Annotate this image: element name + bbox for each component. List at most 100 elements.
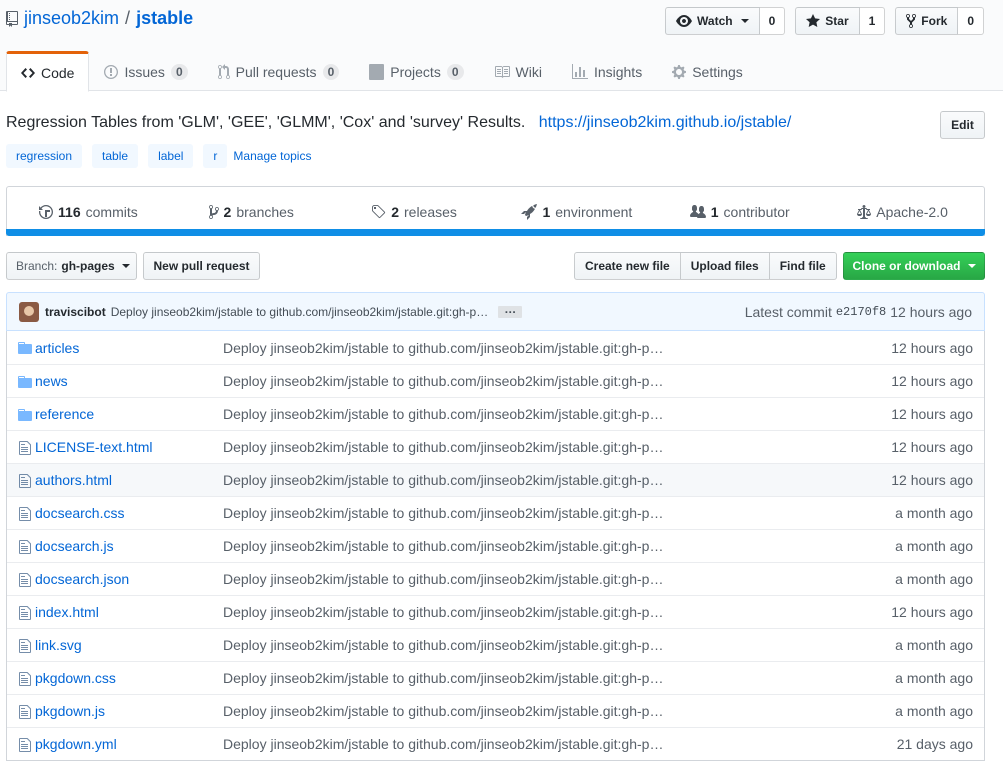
star-group: Star 1 xyxy=(795,7,886,35)
tab-insights[interactable]: Insights xyxy=(557,50,657,91)
repo-name-link[interactable]: jstable xyxy=(136,8,193,29)
file-row[interactable]: docsearch.js Deploy jinseob2kim/jstable t… xyxy=(7,529,984,562)
commit-message[interactable]: Deploy jinseob2kim/jstable to github.com… xyxy=(111,305,489,319)
manage-topics-link[interactable]: Manage topics xyxy=(233,149,311,163)
branch-name: gh-pages xyxy=(61,259,115,273)
expand-commit-button[interactable]: … xyxy=(498,303,523,318)
fork-label: Fork xyxy=(921,14,948,28)
tab-issues[interactable]: Issues 0 xyxy=(89,50,202,91)
file-commit-message[interactable]: Deploy jinseob2kim/jstable to github.com… xyxy=(223,406,663,422)
file-commit-message[interactable]: Deploy jinseob2kim/jstable to github.com… xyxy=(223,340,663,356)
commits-count: 116 xyxy=(58,203,81,220)
fork-count[interactable]: 0 xyxy=(958,7,984,35)
repo-actions: Watch 0 Star 1 Fork 0 xyxy=(665,7,984,35)
clone-download-button[interactable]: Clone or download xyxy=(843,252,985,280)
file-age: a month ago xyxy=(895,703,973,719)
issue-icon xyxy=(104,64,119,79)
file-row[interactable]: index.html Deploy jinseob2kim/jstable to … xyxy=(7,595,984,628)
tab-settings[interactable]: Settings xyxy=(657,50,758,91)
file-row[interactable]: pkgdown.css Deploy jinseob2kim/jstable to… xyxy=(7,661,984,694)
file-commit-message[interactable]: Deploy jinseob2kim/jstable to github.com… xyxy=(223,439,663,455)
tab-pull-requests[interactable]: Pull requests 0 xyxy=(203,50,355,91)
watch-button[interactable]: Watch xyxy=(665,7,760,35)
file-row[interactable]: pkgdown.js Deploy jinseob2kim/jstable to … xyxy=(7,694,984,727)
file-row[interactable]: LICENSE-text.html Deploy jinseob2kim/jsta… xyxy=(7,430,984,463)
file-row[interactable]: docsearch.json Deploy jinseob2kim/jstable… xyxy=(7,562,984,595)
file-row[interactable]: articles Deploy jinseob2kim/jstable to gi… xyxy=(7,331,984,364)
topic-tag[interactable]: table xyxy=(92,144,139,168)
file-row[interactable]: news Deploy jinseob2kim/jstable to github… xyxy=(7,364,984,397)
file-name-link[interactable]: docsearch.json xyxy=(35,571,129,587)
new-pull-request-button[interactable]: New pull request xyxy=(143,252,260,280)
commit-author[interactable]: traviscibot xyxy=(45,305,106,319)
topic-tag[interactable]: r xyxy=(203,144,228,168)
file-commit-message[interactable]: Deploy jinseob2kim/jstable to github.com… xyxy=(223,505,663,521)
file-commit-message[interactable]: Deploy jinseob2kim/jstable to github.com… xyxy=(223,571,663,587)
file-commit-message[interactable]: Deploy jinseob2kim/jstable to github.com… xyxy=(223,703,663,719)
file-icon xyxy=(19,672,31,686)
file-name-link[interactable]: docsearch.css xyxy=(35,505,124,521)
watch-count[interactable]: 0 xyxy=(759,7,786,35)
file-name-link[interactable]: pkgdown.css xyxy=(35,670,116,686)
file-name-link[interactable]: reference xyxy=(35,406,94,422)
file-name-link[interactable]: LICENSE-text.html xyxy=(35,439,152,455)
tab-insights-label: Insights xyxy=(593,63,643,80)
create-new-file-button[interactable]: Create new file xyxy=(574,252,681,280)
watch-label: Watch xyxy=(697,14,733,28)
file-icon xyxy=(19,474,31,488)
file-row[interactable]: link.svg Deploy jinseob2kim/jstable to gi… xyxy=(7,628,984,661)
file-commit-message[interactable]: Deploy jinseob2kim/jstable to github.com… xyxy=(223,670,663,686)
file-commit-message[interactable]: Deploy jinseob2kim/jstable to github.com… xyxy=(223,373,663,389)
topic-tag[interactable]: label xyxy=(148,144,194,168)
language-bar[interactable] xyxy=(6,229,985,236)
file-commit-message[interactable]: Deploy jinseob2kim/jstable to github.com… xyxy=(223,604,663,620)
file-icon xyxy=(19,573,31,587)
file-name-link[interactable]: authors.html xyxy=(35,472,112,488)
star-button[interactable]: Star xyxy=(795,7,860,35)
star-count[interactable]: 1 xyxy=(859,7,886,35)
tab-settings-label: Settings xyxy=(692,63,743,80)
avatar[interactable] xyxy=(19,301,39,322)
file-name-link[interactable]: articles xyxy=(35,340,79,356)
file-commit-message[interactable]: Deploy jinseob2kim/jstable to github.com… xyxy=(223,538,663,554)
file-age: 12 hours ago xyxy=(891,339,973,356)
file-row[interactable]: authors.html Deploy jinseob2kim/jstable t… xyxy=(7,463,984,496)
file-commit-message[interactable]: Deploy jinseob2kim/jstable to github.com… xyxy=(223,637,663,653)
file-age: a month ago xyxy=(895,571,973,587)
branches-count: 2 xyxy=(223,203,232,220)
file-name-link[interactable]: index.html xyxy=(35,604,99,620)
file-name-link[interactable]: pkgdown.js xyxy=(35,703,105,719)
tab-code[interactable]: Code xyxy=(6,51,90,92)
upload-files-button[interactable]: Upload files xyxy=(679,252,770,280)
tab-wiki[interactable]: Wiki xyxy=(479,50,557,91)
repo-owner-link[interactable]: jinseob2kim xyxy=(24,8,119,29)
file-name-link[interactable]: pkgdown.yml xyxy=(35,736,117,752)
tab-projects[interactable]: Projects 0 xyxy=(354,50,478,91)
fork-button[interactable]: Fork xyxy=(895,7,959,35)
law-icon xyxy=(857,204,872,219)
file-age: 12 hours ago xyxy=(891,373,973,389)
folder-icon xyxy=(18,409,32,421)
tab-projects-label: Projects xyxy=(390,63,441,80)
commit-sha[interactable]: e2170f8 xyxy=(836,305,886,319)
homepage-link[interactable]: https://jinseob2kim.github.io/jstable/ xyxy=(539,114,792,131)
file-commit-message[interactable]: Deploy jinseob2kim/jstable to github.com… xyxy=(223,472,663,488)
edit-description-button[interactable]: Edit xyxy=(940,111,985,139)
chevron-down-icon xyxy=(967,264,976,268)
code-icon xyxy=(21,67,35,78)
file-icon xyxy=(19,441,31,455)
topic-tag[interactable]: regression xyxy=(6,144,83,168)
repo-header: jinseob2kim / jstable Watch 0 Star 1 For… xyxy=(0,0,1003,92)
issues-counter: 0 xyxy=(170,63,188,80)
file-row[interactable]: reference Deploy jinseob2kim/jstable to g… xyxy=(7,397,984,430)
file-row[interactable]: docsearch.css Deploy jinseob2kim/jstable … xyxy=(7,496,984,529)
file-name-link[interactable]: link.svg xyxy=(35,637,82,653)
license-label: Apache-2.0 xyxy=(876,203,948,220)
file-name-link[interactable]: news xyxy=(35,373,68,389)
file-age: a month ago xyxy=(895,505,973,521)
branch-select-button[interactable]: Branch: gh-pages xyxy=(6,252,137,280)
file-row[interactable]: pkgdown.yml Deploy jinseob2kim/jstable to… xyxy=(7,727,984,760)
file-commit-message[interactable]: Deploy jinseob2kim/jstable to github.com… xyxy=(223,736,663,752)
find-file-button[interactable]: Find file xyxy=(768,252,837,280)
file-name-link[interactable]: docsearch.js xyxy=(35,538,114,554)
